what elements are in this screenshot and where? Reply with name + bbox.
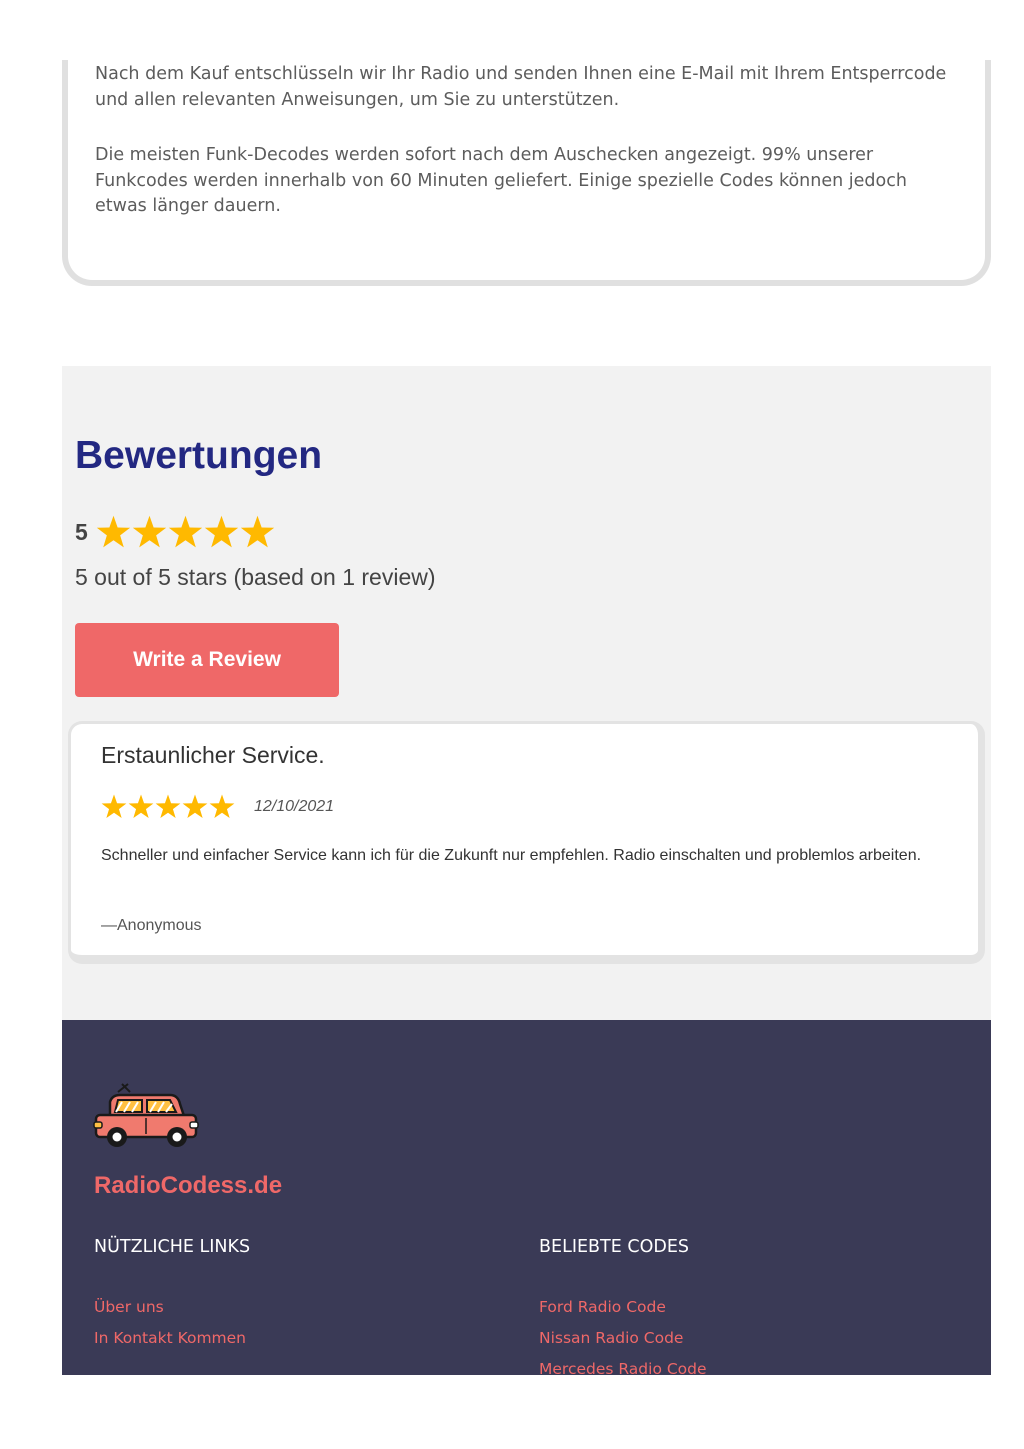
review-card: Erstaunlicher Service. 12/10/2021 Schnel…	[68, 721, 985, 964]
review-body: Schneller und einfacher Service kann ich…	[101, 847, 922, 864]
review-title: Erstaunlicher Service.	[101, 742, 325, 768]
star-icon	[96, 515, 130, 547]
average-rating: 5	[75, 514, 276, 550]
delivery-info-card: Nach dem Kauf entschlüsseln wir Ihr Radi…	[62, 60, 991, 286]
average-rating-stars	[96, 515, 276, 550]
star-icon	[101, 794, 127, 819]
star-icon	[209, 794, 235, 819]
link-about-us[interactable]: Über uns	[94, 1292, 246, 1323]
review-author: —Anonymous	[101, 917, 202, 934]
reviews-heading: Bewertungen	[75, 434, 323, 477]
star-icon	[204, 515, 238, 547]
car-logo-icon	[93, 1083, 199, 1147]
rating-summary: 5 out of 5 stars (based on 1 review)	[75, 564, 436, 590]
link-nissan-radio-code[interactable]: Nissan Radio Code	[539, 1323, 707, 1354]
link-contact[interactable]: In Kontakt Kommen	[94, 1323, 246, 1354]
review-rating: 12/10/2021	[101, 794, 334, 820]
star-icon	[128, 794, 154, 819]
write-review-button[interactable]: Write a Review	[75, 623, 339, 697]
star-icon	[155, 794, 181, 819]
popular-codes-list: Ford Radio Code Nissan Radio Code Merced…	[539, 1292, 707, 1385]
star-icon	[240, 515, 274, 547]
review-stars	[101, 794, 236, 820]
useful-links-list: Über uns In Kontakt Kommen	[94, 1292, 246, 1354]
link-ford-radio-code[interactable]: Ford Radio Code	[539, 1292, 707, 1323]
delivery-time-paragraph: Die meisten Funk-Decodes werden sofort n…	[95, 145, 907, 216]
average-rating-value: 5	[75, 518, 88, 545]
popular-codes-heading: BELIEBTE CODES	[539, 1237, 689, 1257]
brand-name[interactable]: RadioCodess.de	[94, 1172, 282, 1200]
star-icon	[182, 794, 208, 819]
useful-links-heading: NÜTZLICHE LINKS	[94, 1237, 251, 1257]
star-icon	[168, 515, 202, 547]
link-mercedes-radio-code[interactable]: Mercedes Radio Code	[539, 1354, 707, 1385]
delivery-info-paragraph: Nach dem Kauf entschlüsseln wir Ihr Radi…	[95, 64, 947, 110]
review-date: 12/10/2021	[254, 798, 335, 815]
star-icon	[132, 515, 166, 547]
site-footer: RadioCodess.de NÜTZLICHE LINKS Über uns …	[62, 1020, 991, 1378]
reviews-section: Bewertungen 5 5 out of 5 stars (based on…	[62, 366, 991, 1020]
